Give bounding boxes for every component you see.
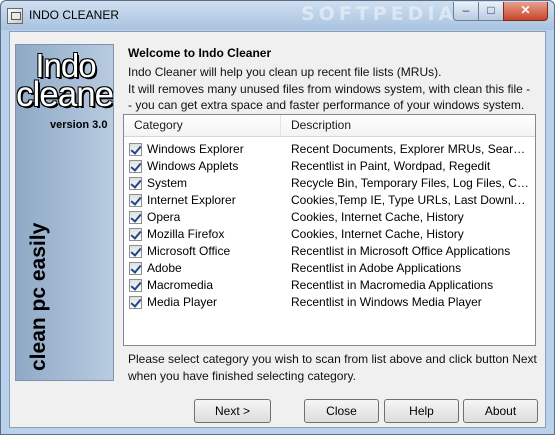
list-item[interactable]: Windows Explorer Recent Documents, Explor… [124,141,535,158]
category-checkbox[interactable] [129,160,142,173]
instruction-text: Please select category you wish to scan … [128,352,537,366]
category-label: Mozilla Firefox [147,227,225,241]
welcome-heading: Welcome to Indo Cleaner [128,46,272,60]
category-checkbox[interactable] [129,279,142,292]
category-label: Macromedia [147,278,214,292]
category-checkbox[interactable] [129,296,142,309]
watermark: SOFTPEDIA [301,3,458,25]
category-label: Media Player [147,295,218,309]
close-window-button[interactable]: ✕ [503,2,548,21]
category-checkbox[interactable] [129,143,142,156]
list-header: Category Description [124,115,535,137]
app-logo: Indo cleaner [16,49,114,114]
category-checkbox[interactable] [129,228,142,241]
slogan-text: clean pc easily [27,222,50,371]
dialog-client-area: Indo cleaner version 3.0 clean pc easily… [9,31,546,428]
column-header-category[interactable]: Category [124,115,281,137]
category-label: Microsoft Office [147,244,231,258]
list-item[interactable]: System Recycle Bin, Temporary Files, Log … [124,175,535,192]
list-item[interactable]: Media Player Recentlist in Windows Media … [124,294,535,311]
next-button[interactable]: Next > [194,399,271,423]
list-item[interactable]: Internet Explorer Cookies,Temp IE, Type U… [124,192,535,209]
category-description: Recentlist in Macromedia Applications [291,278,494,292]
window-title: INDO CLEANER [29,8,120,22]
list-item[interactable]: Opera Cookies, Internet Cache, History [124,209,535,226]
category-description: Recentlist in Windows Media Player [291,295,482,309]
category-description: Cookies, Internet Cache, History [291,227,464,241]
title-bar[interactable]: INDO CLEANER SOFTPEDIA – □ ✕ [1,1,554,30]
list-item[interactable]: Adobe Recentlist in Adobe Applications [124,260,535,277]
category-description: Cookies,Temp IE, Type URLs, Last Downloa… [291,193,529,207]
category-list[interactable]: Category Description Windows Explorer Rec… [123,114,536,346]
maximize-button[interactable]: □ [478,2,504,21]
help-button[interactable]: Help [384,399,459,423]
category-description: Recycle Bin, Temporary Files, Log Files,… [291,176,529,190]
category-description: Recentlist in Paint, Wordpad, Regedit [291,159,491,173]
category-label: Windows Applets [147,159,239,173]
close-button[interactable]: Close [304,399,379,423]
minimize-button[interactable]: – [453,2,479,21]
category-label: Adobe [147,261,182,275]
category-checkbox[interactable] [129,262,142,275]
button-bar: Next > Close Help About [10,389,545,427]
category-label: Windows Explorer [147,142,244,156]
category-label: Internet Explorer [147,193,236,207]
category-checkbox[interactable] [129,211,142,224]
category-checkbox[interactable] [129,245,142,258]
category-label: Opera [147,210,181,224]
category-checkbox[interactable] [129,194,142,207]
list-item[interactable]: Mozilla Firefox Cookies, Internet Cache, … [124,226,535,243]
column-header-description[interactable]: Description [281,115,535,137]
category-description: Cookies, Internet Cache, History [291,210,464,224]
list-item[interactable]: Macromedia Recentlist in Macromedia Appli… [124,277,535,294]
category-checkbox[interactable] [129,177,142,190]
list-item[interactable]: Microsoft Office Recentlist in Microsoft … [124,243,535,260]
category-description: Recentlist in Adobe Applications [291,261,462,275]
category-label: System [147,176,188,190]
welcome-text-line: It will removes many unused files from w… [128,82,531,96]
instruction-text: when you have finished selecting categor… [128,369,356,383]
version-label: version 3.0 [50,119,108,131]
sidebar-banner: Indo cleaner version 3.0 clean pc easily [15,44,114,381]
about-button[interactable]: About [463,399,538,423]
logo-line-2: cleaner [16,75,114,114]
app-icon [7,8,23,24]
welcome-text-line: - you can get extra space and faster per… [128,98,525,112]
app-window: INDO CLEANER SOFTPEDIA – □ ✕ Indo cleane… [0,0,555,435]
welcome-text-line: Indo Cleaner will help you clean up rece… [128,65,442,79]
category-description: Recent Documents, Explorer MRUs, Search … [291,142,529,156]
category-description: Recentlist in Microsoft Office Applicati… [291,244,511,258]
list-item[interactable]: Windows Applets Recentlist in Paint, Word… [124,158,535,175]
